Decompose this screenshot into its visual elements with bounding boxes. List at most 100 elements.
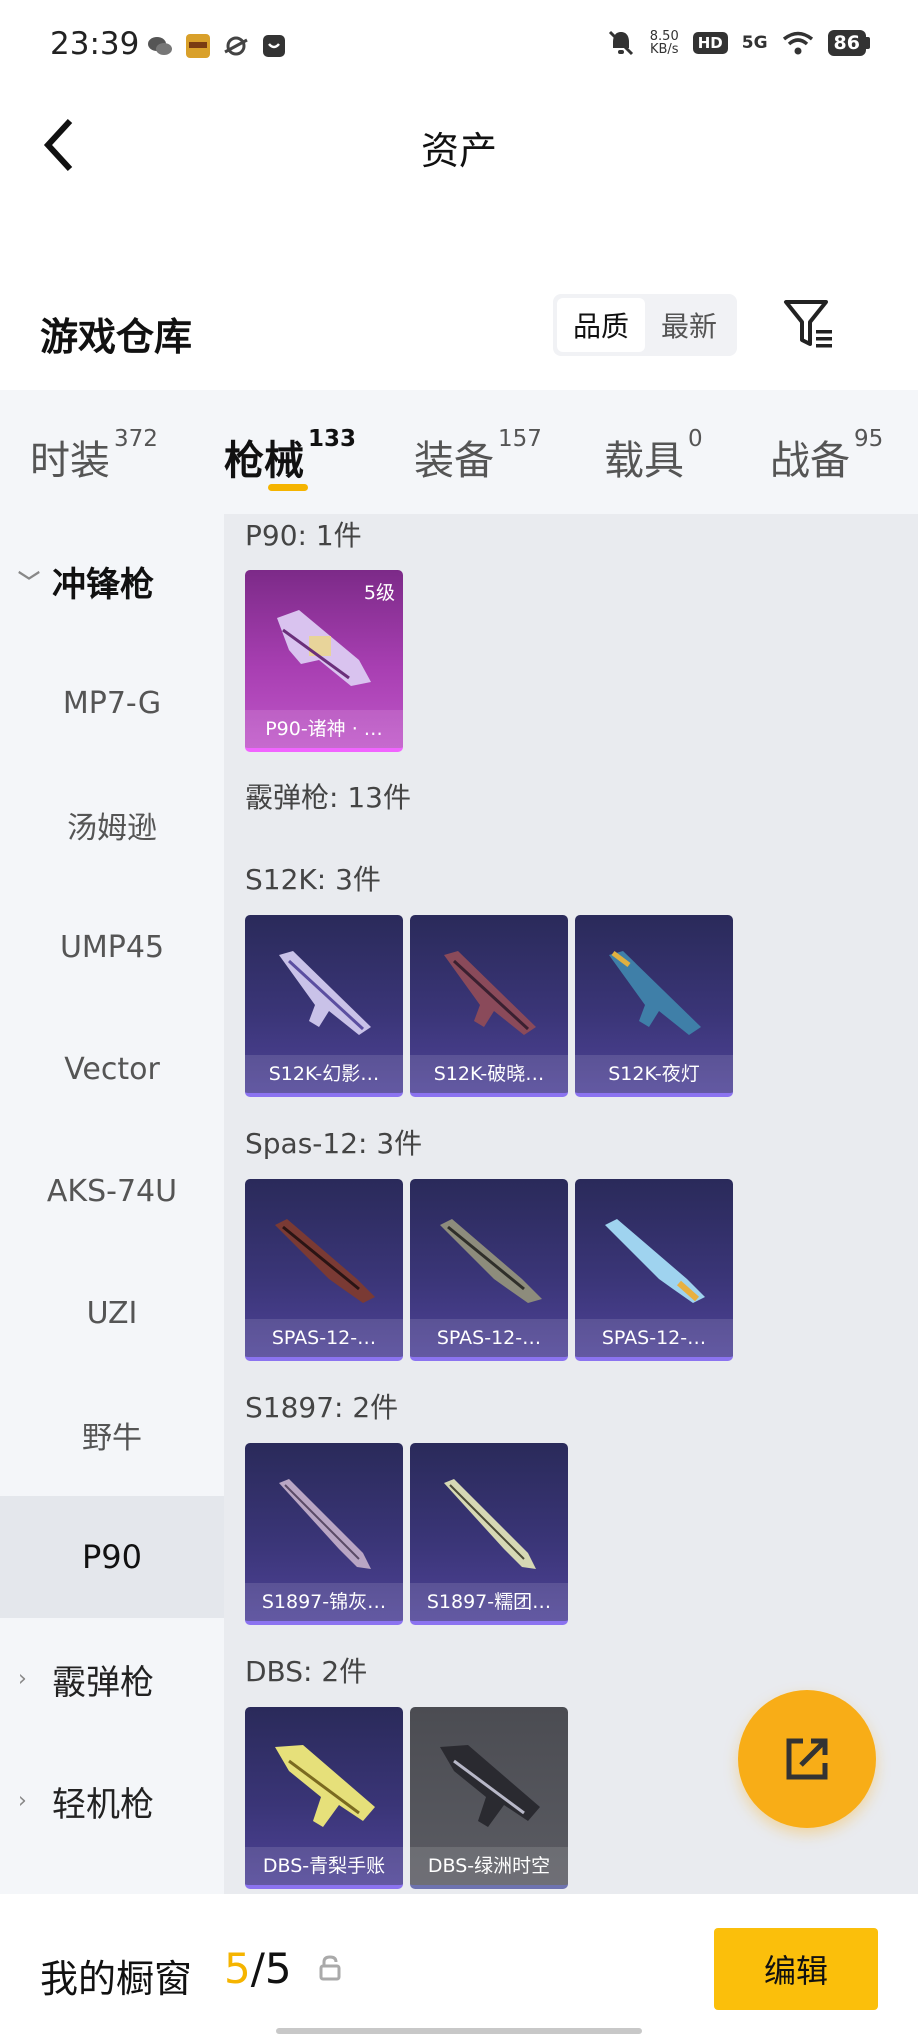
weapon-card[interactable]: SPAS-12-… (410, 1179, 568, 1361)
sort-newest-option[interactable]: 最新 (645, 298, 733, 352)
sidebar-item-aks74u[interactable]: AKS-74U (0, 1130, 224, 1252)
page-header: 资产 (0, 100, 918, 190)
app-box-icon (263, 35, 285, 57)
weapon-name: P90-诸神 · … (245, 710, 403, 748)
tab-vehicles[interactable]: 载具 0 (604, 426, 703, 486)
warehouse-title: 游戏仓库 (40, 315, 193, 359)
sidebar-item-thompson[interactable]: 汤姆逊 (0, 764, 224, 886)
tab-equipment[interactable]: 装备 157 (414, 426, 542, 486)
section-title-p90: P90: 1件 (245, 519, 362, 552)
weapon-type-sidebar: ﹀ 冲锋枪 MP7-G 汤姆逊 UMP45 Vector AKS-74U UZI… (0, 514, 224, 1894)
external-link-icon (786, 1738, 828, 1780)
sort-quality-option[interactable]: 品质 (557, 298, 645, 352)
battery-indicator: 86 (827, 30, 870, 56)
sidebar-item-label: 霰弹枪 (52, 1662, 154, 1703)
weapon-card[interactable]: DBS-绿洲时空 (410, 1707, 568, 1889)
section-title-s1897: S1897: 2件 (245, 1391, 399, 1424)
sidebar-item-label: 冲锋枪 (52, 564, 154, 605)
sidebar-item-bison[interactable]: 野牛 (0, 1374, 224, 1496)
weapon-card[interactable]: S12K-破晓… (410, 915, 568, 1097)
sidebar-item-vector[interactable]: Vector (0, 1008, 224, 1130)
weapon-image (275, 1219, 375, 1303)
planet-icon (224, 36, 248, 56)
status-bar: 23:39 8.50 KB/s HD 5G 86 (0, 0, 918, 92)
active-tab-indicator (268, 484, 308, 491)
edit-button[interactable]: 编辑 (714, 1928, 878, 2010)
app-notification-icon (186, 34, 210, 58)
sidebar-item-label: 轻机枪 (52, 1784, 154, 1825)
battery-level: 86 (827, 30, 866, 56)
mute-bell-icon (608, 30, 633, 56)
signal-5g: 5G (741, 33, 768, 53)
weapon-level: 5级 (363, 582, 395, 604)
weapon-image (605, 1219, 705, 1303)
status-time: 23:39 (50, 26, 140, 62)
weapon-card[interactable]: S1897-锦灰… (245, 1443, 403, 1625)
section-title-dbs: DBS: 2件 (245, 1655, 368, 1688)
sidebar-item-mp7g[interactable]: MP7-G (0, 642, 224, 764)
weapon-card[interactable]: S1897-糯团… (410, 1443, 568, 1625)
chevron-right-icon: › (18, 1666, 27, 1692)
weapon-image (275, 1745, 375, 1827)
category-tabs: 时装 372 枪械 133 装备 157 载具 0 战备 95 (0, 390, 918, 514)
sort-toggle: 品质 最新 (553, 294, 737, 356)
weapon-image (444, 951, 536, 1035)
section-title-shotgun: 霰弹枪: 13件 (245, 781, 411, 814)
sidebar-item-p90[interactable]: P90 (0, 1496, 224, 1618)
content-area: ﹀ 冲锋枪 MP7-G 汤姆逊 UMP45 Vector AKS-74U UZI… (0, 514, 918, 1894)
weapon-card[interactable]: S12K-夜灯 (575, 915, 733, 1097)
showcase-title: 我的橱窗 (40, 1957, 193, 2001)
section-title-spas12: Spas-12: 3件 (245, 1127, 423, 1160)
weapon-image (609, 951, 701, 1035)
chevron-right-icon: › (18, 1788, 27, 1814)
weapon-name: SPAS-12-… (575, 1319, 733, 1357)
sidebar-group-shotgun[interactable]: › 霰弹枪 (0, 1618, 224, 1740)
weapon-image (440, 1219, 542, 1303)
tab-fashion[interactable]: 时装 372 (30, 426, 158, 486)
showcase-bar: 我的橱窗 5/5 编辑 (0, 1894, 918, 2040)
hd-badge: HD (692, 32, 728, 54)
sidebar-item-ump45[interactable]: UMP45 (0, 886, 224, 1008)
page-title: 资产 (420, 129, 497, 173)
weapon-image (279, 1479, 371, 1569)
weapon-image (444, 1479, 536, 1569)
lock-icon (319, 1955, 341, 1981)
battery-tip (866, 37, 870, 49)
weapon-card[interactable]: SPAS-12-… (245, 1179, 403, 1361)
sidebar-item-uzi[interactable]: UZI (0, 1252, 224, 1374)
weapon-name: SPAS-12-… (245, 1319, 403, 1357)
weapon-card[interactable]: DBS-青梨手账 (245, 1707, 403, 1889)
weapon-grid: P90: 1件 5级 P90-诸神 · … 霰弹枪: 13件 S12K: 3件 … (224, 514, 918, 1894)
net-speed-unit: KB/s (649, 42, 679, 57)
weapon-name: DBS-青梨手账 (245, 1847, 403, 1885)
weapon-name: SPAS-12-… (410, 1319, 568, 1357)
weapon-image (279, 951, 371, 1035)
warehouse-header: 游戏仓库 品质 最新 (0, 290, 918, 390)
weapon-name: S12K-夜灯 (575, 1055, 733, 1093)
weapon-card[interactable]: S12K-幻影… (245, 915, 403, 1097)
showcase-count-total: /5 (250, 1944, 292, 1993)
weapon-name: S1897-糯团… (410, 1583, 568, 1621)
weapon-card[interactable]: 5级 P90-诸神 · … (245, 570, 403, 752)
weapon-name: S12K-破晓… (410, 1055, 568, 1093)
sidebar-group-smg[interactable]: ﹀ 冲锋枪 (0, 520, 224, 642)
tab-combat-gear[interactable]: 战备 95 (770, 426, 883, 486)
home-indicator (276, 2028, 642, 2034)
weapon-name: S1897-锦灰… (245, 1583, 403, 1621)
filter-icon[interactable] (782, 296, 838, 352)
showcase-count-current: 5 (224, 1944, 251, 1993)
weapon-image (440, 1745, 540, 1827)
weapon-image (277, 610, 371, 686)
showcase-count: 5/5 (224, 1944, 292, 1993)
chevron-down-icon: ﹀ (18, 571, 41, 596)
network-speed: 8.50 KB/s (650, 30, 679, 56)
status-right: 8.50 KB/s HD 5G 86 (606, 28, 870, 58)
wechat-icon (148, 37, 172, 55)
weapon-name: S12K-幻影… (245, 1055, 403, 1093)
wifi-icon (782, 31, 813, 55)
sidebar-group-lmg[interactable]: › 轻机枪 (0, 1740, 224, 1862)
share-button[interactable] (738, 1690, 876, 1828)
weapon-card[interactable]: SPAS-12-… (575, 1179, 733, 1361)
section-title-s12k: S12K: 3件 (245, 863, 381, 896)
tab-guns[interactable]: 枪械 133 (224, 426, 356, 486)
